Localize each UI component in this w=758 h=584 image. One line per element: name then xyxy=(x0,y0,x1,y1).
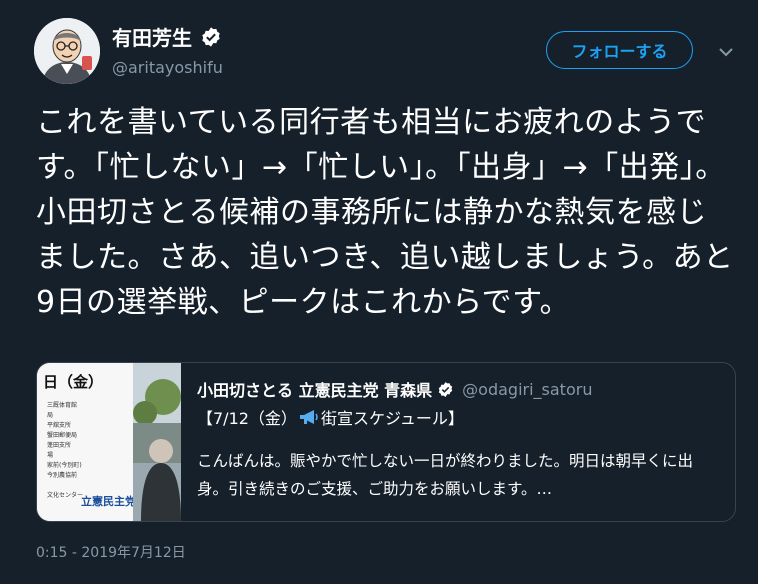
megaphone-icon xyxy=(298,408,320,426)
quoted-author-row[interactable]: 小田切さとる 立憲民主党 青森県 @odagiri_satoru xyxy=(197,377,592,401)
thumbnail-line: 文化センター xyxy=(47,492,84,499)
author-display-name[interactable]: 有田芳生 xyxy=(112,22,192,51)
schedule-document-image: 日（金） 三厩体育館 局 平舘支所 蟹田郵便局 蓬田支所 場 家前(今別町) 今… xyxy=(37,363,137,521)
thumbnail-line: 今別農協前 xyxy=(47,472,78,479)
thumbnail-line: 家前(今別町) xyxy=(47,462,82,469)
quoted-headline-start: 【7/12（金） xyxy=(197,409,297,428)
thumbnail-line: 局 xyxy=(47,412,54,419)
quoted-headline: 【7/12（金） 街宣スケジュール】 xyxy=(197,405,464,429)
thumbnail-title: 日（金） xyxy=(43,373,104,391)
thumbnail-line: 三厩体育館 xyxy=(47,402,78,409)
thumbnail-line xyxy=(47,481,83,491)
quoted-tweet-text: こんばんは。賑やかで忙しない一日が終わりました。明日は朝早くに出身。引き続きのご… xyxy=(197,452,694,498)
quoted-headline-end: 街宣スケジュール】 xyxy=(320,409,464,428)
tweet-text: これを書いている同行者も相当にお疲れのようです。「忙しない」→「忙しい」。「出身… xyxy=(36,105,734,320)
tweet: 有田芳生 @aritayoshifu フォローする これを書いている同行者も相当… xyxy=(0,0,758,584)
thumbnail-line: 蓬田支所 xyxy=(47,442,72,449)
thumbnail-line: 蟹田郵便局 xyxy=(47,432,78,439)
verified-badge-icon xyxy=(437,381,454,398)
thumbnail-line: 場 xyxy=(47,452,54,459)
street-photo xyxy=(133,363,181,521)
quoted-handle[interactable]: @odagiri_satoru xyxy=(462,380,592,399)
tweet-timestamp[interactable]: 0:15 - 2019年7月12日 xyxy=(36,542,186,562)
thumbnail-lines: 三厩体育館 局 平舘支所 蟹田郵便局 蓬田支所 場 家前(今別町) 今別農協前 … xyxy=(47,401,83,501)
chevron-down-icon[interactable] xyxy=(716,42,736,62)
follow-button[interactable]: フォローする xyxy=(546,31,693,69)
verified-badge-icon xyxy=(200,26,222,48)
quoted-tweet-thumbnail[interactable]: 日（金） 三厩体育館 局 平舘支所 蟹田郵便局 蓬田支所 場 家前(今別町) 今… xyxy=(37,363,181,521)
quoted-tweet-card[interactable]: 日（金） 三厩体育館 局 平舘支所 蟹田郵便局 蓬田支所 場 家前(今別町) 今… xyxy=(36,362,736,522)
author-avatar[interactable] xyxy=(34,18,100,84)
quoted-display-name[interactable]: 小田切さとる 立憲民主党 青森県 xyxy=(197,377,432,401)
party-logo: 立憲民主党 xyxy=(81,495,136,508)
author-handle[interactable]: @aritayoshifu xyxy=(112,58,223,77)
avatar-illustration-icon xyxy=(34,18,100,84)
author-name-row[interactable]: 有田芳生 xyxy=(112,22,222,51)
thumbnail-line: 平舘支所 xyxy=(47,422,72,429)
